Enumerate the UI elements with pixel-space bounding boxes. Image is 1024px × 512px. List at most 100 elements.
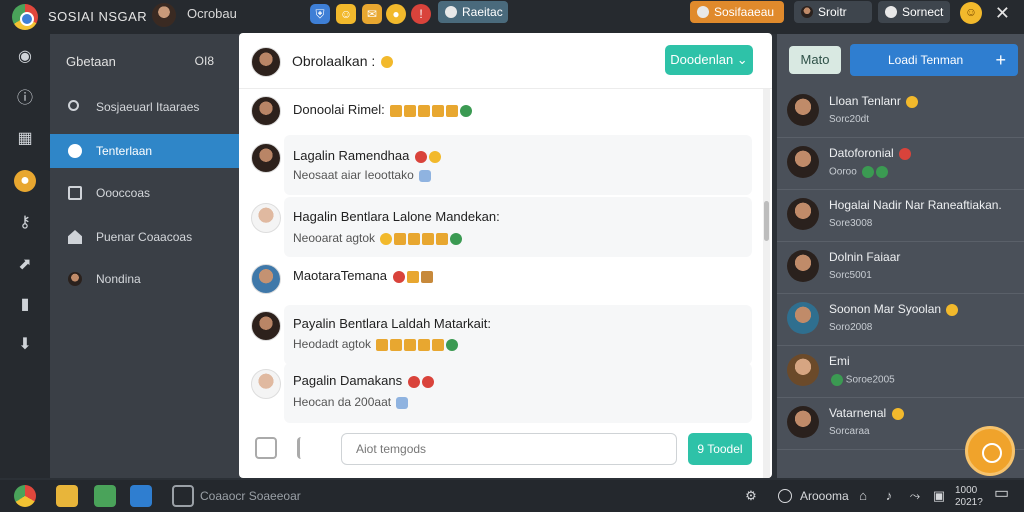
attachment-icon[interactable]: [255, 437, 277, 459]
orange-action-button[interactable]: Sosifaaeau: [690, 1, 784, 23]
user-avatar[interactable]: [152, 3, 176, 27]
user-name[interactable]: Ocrobau: [187, 6, 237, 21]
message-card[interactable]: [284, 363, 752, 423]
emoji-icon: [429, 150, 441, 163]
message-sender: MaotaraTemana: [293, 268, 433, 283]
badge-icon[interactable]: ●: [14, 170, 36, 192]
close-icon[interactable]: ✕: [995, 3, 1010, 24]
sidebar-item-search[interactable]: Sosjaeuarl Itaaraes: [50, 90, 240, 124]
sidebar-item-profile[interactable]: Nondina: [50, 262, 240, 296]
globe-icon: [450, 232, 463, 245]
friend-list-item[interactable]: Datoforonial Ooroo: [777, 138, 1024, 190]
message-card[interactable]: [284, 135, 752, 195]
store-icon[interactable]: [130, 485, 152, 507]
app-title: SOSIAI NSGAR: [48, 9, 148, 24]
chat-scrollbar[interactable]: [763, 89, 770, 478]
tray-text: Aroooma: [800, 489, 849, 503]
sidebar-count: OI8: [194, 54, 214, 68]
emoji-icon: [406, 270, 419, 283]
notification-icon[interactable]: !: [411, 4, 431, 24]
signal-icon[interactable]: ⤳: [908, 489, 922, 503]
friend-list-item[interactable]: Lloan Tenlanr Sorc20dt: [777, 86, 1024, 138]
emoji-icon: [899, 147, 912, 160]
friend-list-item[interactable]: Emi Soroe2005: [777, 346, 1024, 398]
message-text: Heodadt agtok: [293, 337, 459, 351]
emoji-icon: [432, 104, 445, 117]
chat-avatar[interactable]: [251, 47, 281, 77]
emoji-icon: [891, 407, 904, 420]
volume-icon[interactable]: ♪: [882, 489, 896, 503]
sidebar-item-friends[interactable]: Tenterlaan: [50, 134, 240, 168]
smiley-icon[interactable]: ☺: [960, 2, 982, 24]
app-logo-icon[interactable]: [12, 4, 38, 30]
chat-panel: Obrolaalkan : Doodenlan ⌄ Donoolai Rimel…: [239, 33, 772, 478]
key-icon[interactable]: ⚷: [14, 212, 36, 234]
chart-icon[interactable]: ⬈: [14, 254, 36, 276]
browser-icon[interactable]: [14, 485, 36, 507]
emoji-icon: [831, 374, 843, 386]
message-avatar: [251, 264, 281, 294]
emoji-icon: [420, 270, 433, 283]
header-dropdown-button[interactable]: Doodenlan ⌄: [665, 45, 753, 75]
message-text: Heocan da 200aat: [293, 395, 409, 409]
settings-button[interactable]: Sornect: [878, 1, 950, 23]
notifications-icon[interactable]: ▭: [994, 486, 1009, 502]
gear-icon: [885, 6, 897, 18]
coin-icon[interactable]: ●: [386, 4, 406, 24]
app-icon[interactable]: [94, 485, 116, 507]
window-icon[interactable]: [172, 485, 194, 507]
info-icon[interactable]: ⓘ: [14, 88, 36, 110]
clock-time: 1000: [955, 485, 978, 496]
sidebar-item-folder[interactable]: Oooccoas: [50, 176, 240, 210]
battery-icon[interactable]: ▣: [932, 489, 946, 503]
wifi-icon[interactable]: ⌂: [856, 489, 870, 503]
hands-icon: [396, 396, 409, 409]
people-icon[interactable]: ☺: [336, 4, 356, 24]
emoji-icon: [380, 232, 393, 245]
secondary-button[interactable]: Mato: [789, 46, 841, 74]
building-icon[interactable]: ▮: [14, 294, 36, 316]
search-button[interactable]: Raeitac: [438, 1, 508, 23]
emoji-icon: [418, 338, 431, 351]
compass-icon[interactable]: ◉: [14, 46, 36, 68]
emoji-icon: [422, 232, 435, 245]
message-card[interactable]: [284, 197, 752, 257]
message-card[interactable]: [284, 305, 752, 365]
message-sender: Payalin Bentlara Laldah Matarkait:: [293, 316, 492, 331]
folder-icon: [68, 186, 82, 200]
message-icon[interactable]: ✉: [362, 4, 382, 24]
floating-clock-button[interactable]: [965, 426, 1015, 476]
friend-list-item[interactable]: Hogalai Nadir Nar Raneaftiakan. Sore3008: [777, 190, 1024, 242]
user-tray-icon[interactable]: [778, 489, 792, 503]
message-sender: Lagalin Ramendhaa: [293, 148, 441, 163]
message-sender: Donoolai Rimel:: [293, 102, 473, 117]
friend-avatar: [787, 250, 819, 282]
sidebar: Gbetaan OI8 Sosjaeuarl Itaaraes Tenterla…: [50, 34, 240, 478]
scrollbar-thumb[interactable]: [764, 201, 769, 241]
emoji-icon: [861, 166, 874, 178]
message-input[interactable]: [341, 433, 677, 465]
friend-list-item[interactable]: Soonon Mar Syoolan Soro2008: [777, 294, 1024, 346]
hands-icon: [419, 169, 432, 182]
download-icon[interactable]: ⬇: [14, 334, 36, 356]
network-icon[interactable]: ⚙: [744, 489, 758, 503]
home-icon: [68, 230, 82, 244]
thumbs-up-icon: [381, 56, 394, 69]
taskbar: Coaaocr Soaeeoar ⚙ Aroooma ⌂ ♪ ⤳ ▣ 1000 …: [0, 480, 1024, 512]
add-friend-button[interactable]: Loadi Tenman +: [850, 44, 1018, 76]
message-sender: Hagalin Bentlara Lalone Mandekan:: [293, 209, 500, 224]
message-sender: Pagalin Damakans: [293, 373, 434, 388]
emoji-icon: [408, 232, 421, 245]
profile-button[interactable]: Sroitr: [794, 1, 872, 23]
file-explorer-icon[interactable]: [56, 485, 78, 507]
send-button[interactable]: 9 Toodel: [688, 433, 752, 465]
sidebar-item-home[interactable]: Puenar Coaacoas: [50, 220, 240, 254]
friend-avatar: [787, 146, 819, 178]
emoji-icon: [376, 338, 389, 351]
emoji-icon: [432, 338, 445, 351]
friend-list-item[interactable]: Dolnin Faiaar Sorc5001: [777, 242, 1024, 294]
grid-icon[interactable]: ▦: [14, 128, 36, 150]
friend-avatar: [787, 354, 819, 386]
audio-icon[interactable]: [297, 437, 319, 459]
shield-icon[interactable]: ⛨: [310, 4, 330, 24]
